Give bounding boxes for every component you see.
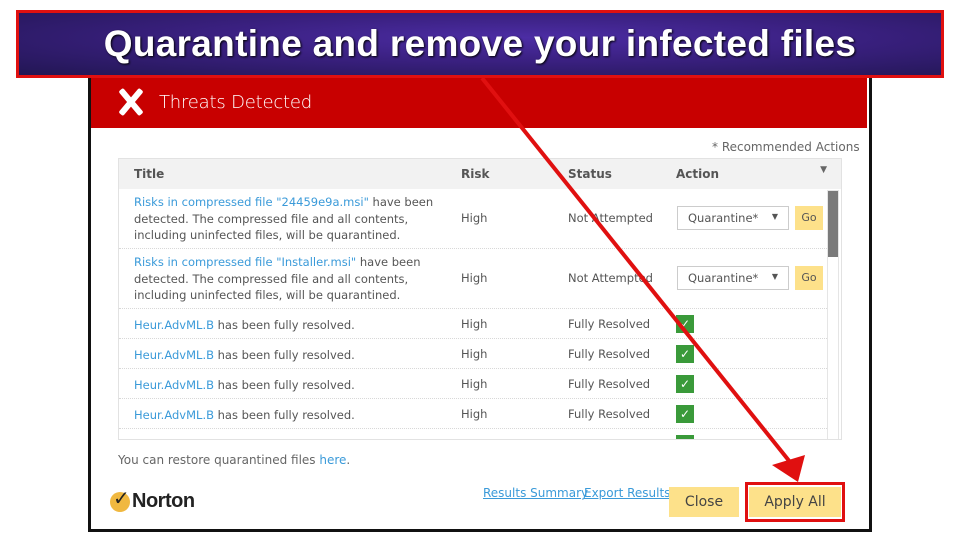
banner-text: Quarantine and remove your infected file… bbox=[103, 23, 857, 64]
threat-description: has been fully resolved. bbox=[213, 318, 355, 332]
go-button[interactable]: Go bbox=[795, 206, 823, 230]
column-title: Title bbox=[134, 167, 165, 181]
table-row: Heur.AdvML.B has been fully resolved. Hi… bbox=[119, 339, 827, 369]
threat-description: has been fully resolved. bbox=[213, 348, 355, 362]
threat-link[interactable]: Heur.AdvML.B bbox=[134, 318, 214, 332]
threat-description: has been fully resolved. bbox=[213, 408, 355, 422]
export-results-link[interactable]: Export Results bbox=[584, 486, 670, 500]
table-header: Title Risk Status Action ▼ bbox=[119, 159, 841, 189]
results-summary-link[interactable]: Results Summary bbox=[483, 486, 588, 500]
risk-value: High bbox=[461, 377, 488, 391]
threat-link[interactable]: Risks in compressed file "24459e9a.msi" bbox=[134, 195, 369, 209]
check-icon: ✓ bbox=[676, 345, 694, 363]
status-value: Fully Resolved bbox=[568, 407, 651, 421]
status-value: Fully Resolved bbox=[568, 347, 651, 361]
close-button[interactable]: Close bbox=[669, 487, 739, 517]
apply-all-highlight bbox=[745, 482, 845, 522]
action-select-value: Quarantine* bbox=[688, 271, 759, 285]
action-select-value: Quarantine* bbox=[688, 211, 759, 225]
table-row: Heur.AdvML.B has been fully resolved. Hi… bbox=[119, 369, 827, 399]
window-header: Threats Detected bbox=[91, 76, 867, 128]
norton-logo: Norton bbox=[110, 486, 195, 513]
check-icon: ✓ bbox=[676, 405, 694, 423]
table-row: Heur.AdvML.B has been fully resolved. Hi… bbox=[119, 309, 827, 339]
column-menu-icon[interactable]: ▼ bbox=[820, 165, 827, 175]
close-x-icon bbox=[117, 88, 145, 116]
column-risk: Risk bbox=[461, 167, 490, 181]
threat-link[interactable]: Heur.AdvML.B bbox=[134, 348, 214, 362]
action-select[interactable]: Quarantine* ▼ bbox=[677, 206, 789, 230]
restore-suffix: . bbox=[346, 453, 351, 467]
norton-check-icon bbox=[110, 486, 130, 512]
table-scrollbar[interactable] bbox=[827, 190, 839, 439]
scrollbar-thumb[interactable] bbox=[828, 191, 838, 257]
threat-link[interactable]: Heur.AdvML.B bbox=[134, 408, 214, 422]
status-value: Fully Resolved bbox=[568, 377, 651, 391]
restore-note: You can restore quarantined files here. bbox=[118, 453, 350, 467]
go-button[interactable]: Go bbox=[795, 266, 823, 290]
table-row: Risks in compressed file "24459e9a.msi" … bbox=[119, 189, 827, 249]
status-value: Fully Resolved bbox=[568, 317, 651, 331]
recommended-note: * Recommended Actions bbox=[712, 140, 860, 154]
action-select[interactable]: Quarantine* ▼ bbox=[677, 266, 789, 290]
norton-logo-text: Norton bbox=[132, 490, 195, 512]
table-row: Heur.AdvML.B has been fully resolved. Hi… bbox=[119, 399, 827, 429]
check-icon: ✓ bbox=[676, 375, 694, 393]
risk-value: High bbox=[461, 317, 488, 331]
restore-text: You can restore quarantined files bbox=[118, 453, 320, 467]
threats-table: Title Risk Status Action ▼ Risks in comp… bbox=[118, 158, 842, 440]
risk-value: High bbox=[461, 407, 488, 421]
risk-value: High bbox=[461, 211, 488, 225]
threat-link[interactable]: Risks in compressed file "Installer.msi" bbox=[134, 255, 356, 269]
status-value: Not Attempted bbox=[568, 271, 653, 285]
check-icon: ✓ bbox=[676, 315, 694, 333]
risk-value: High bbox=[461, 347, 488, 361]
chevron-down-icon: ▼ bbox=[771, 212, 778, 221]
restore-here-link[interactable]: here bbox=[319, 453, 346, 467]
title-banner: Quarantine and remove your infected file… bbox=[16, 10, 944, 78]
chevron-down-icon: ▼ bbox=[771, 272, 778, 281]
threat-description: has been fully resolved. bbox=[213, 378, 355, 392]
column-action: Action bbox=[676, 167, 720, 181]
table-row: Risks in compressed file "Installer.msi"… bbox=[119, 249, 827, 309]
risk-value: High bbox=[461, 271, 488, 285]
column-status: Status bbox=[568, 167, 612, 181]
partial-check-icon bbox=[676, 435, 694, 439]
threat-link[interactable]: Heur.AdvML.B bbox=[134, 378, 214, 392]
header-title: Threats Detected bbox=[159, 91, 312, 113]
status-value: Not Attempted bbox=[568, 211, 653, 225]
